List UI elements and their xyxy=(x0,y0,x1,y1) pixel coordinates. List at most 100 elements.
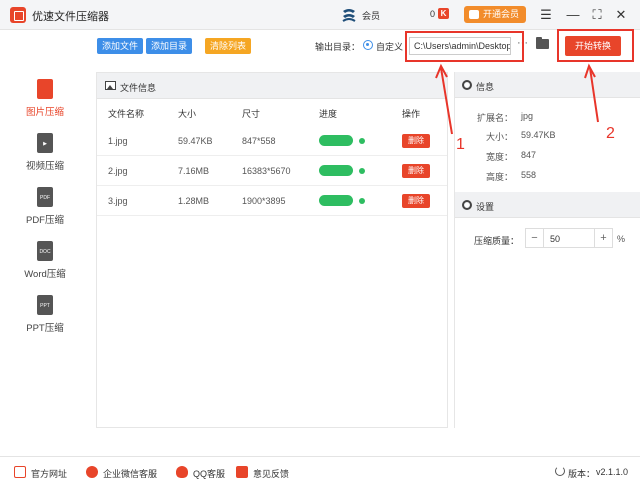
sidebar-item-label: PDF压缩 xyxy=(25,215,64,226)
version-value: v2.1.1.0 xyxy=(596,467,629,477)
image-icon xyxy=(105,81,116,90)
done-dot-icon xyxy=(359,198,365,204)
app-logo-icon xyxy=(10,7,26,23)
size-value: 59.47KB xyxy=(521,130,556,140)
percent-unit: % xyxy=(617,234,626,244)
gear-icon xyxy=(462,200,472,210)
maximize-icon[interactable]: ⛶ xyxy=(587,5,607,25)
settings-title: 设置 xyxy=(476,202,495,212)
done-dot-icon xyxy=(359,168,365,174)
file-panel-header: 文件信息 xyxy=(97,73,447,99)
height-key: 高度： xyxy=(485,172,513,182)
feedback-link[interactable]: 意见反馈 xyxy=(253,467,289,480)
wechat-icon xyxy=(86,466,98,478)
feedback-icon xyxy=(236,466,248,478)
increase-button[interactable]: + xyxy=(594,229,612,247)
output-dir-label: 输出目录： xyxy=(315,42,361,52)
minimize-icon[interactable]: — xyxy=(563,5,583,25)
table-row[interactable]: 2.jpg 7.16MB 16383*5670 删除 xyxy=(97,156,447,186)
add-file-button[interactable]: 添加文件 xyxy=(97,38,143,54)
col-header-progress: 进度 xyxy=(319,109,338,119)
file-dims: 16383*5670 xyxy=(242,166,291,176)
add-dir-button[interactable]: 添加目录 xyxy=(146,38,192,54)
table-row[interactable]: 3.jpg 1.28MB 1900*3895 删除 xyxy=(97,186,447,216)
coin-count: 0 xyxy=(430,9,436,19)
custom-label: 自定义 xyxy=(376,42,404,52)
decrease-button[interactable]: − xyxy=(526,229,544,247)
wechat-link[interactable]: 企业微信客服 xyxy=(103,467,157,480)
bottom-bar: 官方网址 企业微信客服 QQ客服 意见反馈 版本： v2.1.1.0 xyxy=(0,456,640,486)
sidebar-item-label: 图片压缩 xyxy=(25,107,64,118)
menu-icon[interactable]: ☰ xyxy=(536,5,556,25)
sidebar-item-label: PPT压缩 xyxy=(26,323,64,334)
table-row[interactable]: 1.jpg 59.47KB 847*558 删除 xyxy=(97,126,447,156)
gear-icon xyxy=(462,80,472,90)
version-label: 版本： xyxy=(568,469,596,479)
vip-label: 开通会员 xyxy=(483,9,520,19)
quality-label: 压缩质量： xyxy=(474,236,520,246)
progress-bar xyxy=(319,195,353,206)
width-value: 847 xyxy=(521,150,537,160)
info-title: 信息 xyxy=(476,82,495,92)
ext-value: jpg xyxy=(521,111,534,121)
custom-radio[interactable] xyxy=(363,40,373,50)
file-size: 59.47KB xyxy=(178,136,213,146)
sidebar-item-ppt[interactable]: PPT PPT压缩 xyxy=(0,295,90,345)
image-icon xyxy=(37,79,53,99)
crown-icon xyxy=(469,10,479,19)
info-header: 信息 xyxy=(455,72,640,98)
file-size: 7.16MB xyxy=(178,166,210,176)
file-size: 1.28MB xyxy=(178,196,210,206)
pdf-icon: PDF xyxy=(37,187,53,207)
col-header-name: 文件名称 xyxy=(108,109,145,119)
height-value: 558 xyxy=(521,170,537,180)
sidebar-item-label: Word压缩 xyxy=(24,269,66,280)
progress-bar xyxy=(319,165,353,176)
ext-key: 扩展名： xyxy=(476,113,513,123)
sidebar-item-pdf[interactable]: PDF PDF压缩 xyxy=(0,187,90,237)
close-icon[interactable]: ✕ xyxy=(611,5,631,25)
sidebar-item-video[interactable]: ▶ 视频压缩 xyxy=(0,133,90,183)
col-header-action: 操作 xyxy=(402,109,421,119)
file-name: 3.jpg xyxy=(108,196,128,206)
annotation-label-2: 2 xyxy=(606,125,615,142)
annotation-label-1: 1 xyxy=(456,136,465,153)
title-bar: 优速文件压缩器 会员 0 K 开通会员 ☰ — ⛶ ✕ xyxy=(0,0,640,30)
settings-header: 设置 xyxy=(455,192,640,218)
file-dims: 847*558 xyxy=(242,136,276,146)
user-name[interactable]: 会员 xyxy=(362,9,380,22)
done-dot-icon xyxy=(359,138,365,144)
col-header-dims: 尺寸 xyxy=(242,109,261,119)
qq-icon xyxy=(176,466,188,478)
app-title: 优速文件压缩器 xyxy=(32,11,109,23)
video-icon: ▶ xyxy=(37,133,53,153)
delete-button[interactable]: 删除 xyxy=(402,134,430,148)
ppt-icon: PPT xyxy=(37,295,53,315)
folder-icon[interactable] xyxy=(536,37,549,49)
file-dims: 1900*3895 xyxy=(242,196,286,206)
annotation-box-2 xyxy=(557,29,634,62)
progress-bar xyxy=(319,135,353,146)
sidebar-item-label: 视频压缩 xyxy=(25,161,64,172)
sidebar-item-word[interactable]: DOC Word压缩 xyxy=(0,241,90,291)
file-name: 2.jpg xyxy=(108,166,128,176)
sidebar-item-image[interactable]: 图片压缩 xyxy=(0,79,90,129)
website-link[interactable]: 官方网址 xyxy=(31,467,67,480)
clear-list-button[interactable]: 清除列表 xyxy=(205,38,251,54)
refresh-icon[interactable] xyxy=(555,466,565,476)
file-panel-title: 文件信息 xyxy=(120,83,157,93)
col-header-size: 大小 xyxy=(178,109,197,119)
delete-button[interactable]: 删除 xyxy=(402,194,430,208)
annotation-box-1 xyxy=(405,31,524,62)
quality-stepper[interactable]: − 50 + xyxy=(525,228,613,248)
file-list-panel: 文件信息 文件名称 大小 尺寸 进度 操作 1.jpg 59.47KB 847*… xyxy=(96,72,448,428)
file-name: 1.jpg xyxy=(108,136,128,146)
coin-icon: K xyxy=(438,8,449,19)
sidebar: 图片压缩 ▶ 视频压缩 PDF PDF压缩 DOC Word压缩 PPT PPT… xyxy=(0,31,90,456)
doc-icon: DOC xyxy=(37,241,53,261)
quality-value[interactable]: 50 xyxy=(550,234,560,244)
qq-link[interactable]: QQ客服 xyxy=(193,467,225,480)
vip-button[interactable]: 开通会员 xyxy=(464,6,526,23)
user-logo-icon xyxy=(342,9,356,22)
delete-button[interactable]: 删除 xyxy=(402,164,430,178)
